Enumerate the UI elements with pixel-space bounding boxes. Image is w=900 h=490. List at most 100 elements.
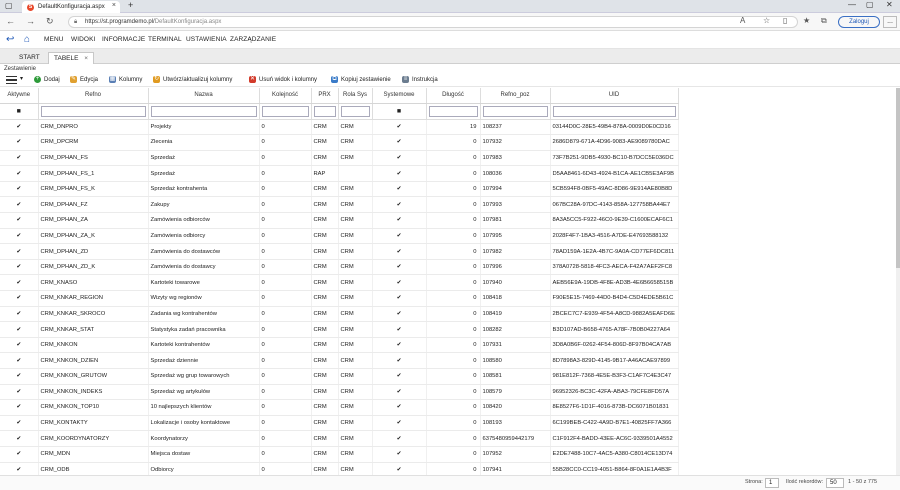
column-header-kolejnosc[interactable]: Kolejność <box>259 88 312 104</box>
table-row[interactable]: ✔ CRM_KNASO Kartoteki towarowe 0 CRM CRM ✔ 0 107… <box>0 274 679 292</box>
cell-aktywne[interactable]: ✔ <box>0 384 39 401</box>
filter-aktywne[interactable]: ■ <box>0 103 39 120</box>
cell-systemowe[interactable]: ✔ <box>372 352 427 369</box>
cell-systemowe[interactable]: ✔ <box>372 415 427 432</box>
filter-prx-input[interactable] <box>313 105 336 117</box>
column-header-prx[interactable]: PRX <box>311 88 339 104</box>
create-update-columns-button[interactable]: ↻ Utwórz/aktualizuj kolumny <box>153 76 232 83</box>
cell-aktywne[interactable]: ✔ <box>0 212 39 229</box>
table-row[interactable]: ✔ CRM_KNKON_INDEKS Sprzedaż wg artykułów 0 C… <box>0 384 679 401</box>
cell-aktywne[interactable]: ✔ <box>0 134 39 151</box>
close-tab-tabele-icon[interactable]: × <box>84 55 88 62</box>
browser-tab[interactable]: S DefaultKonfiguracja.aspx × <box>22 1 120 13</box>
filter-uid-input[interactable] <box>552 105 676 117</box>
table-row[interactable]: ✔ CRM_DPHAN_FS_K Sprzedaż kontrahenta 0 CRM C… <box>0 181 679 198</box>
filter-kolejnosc-input[interactable] <box>261 105 309 117</box>
close-tab-icon[interactable]: × <box>112 2 116 9</box>
cell-systemowe[interactable]: ✔ <box>372 274 427 292</box>
cell-aktywne[interactable]: ✔ <box>0 415 39 432</box>
minimize-icon[interactable]: — <box>848 0 856 9</box>
filter-nazwa-input[interactable] <box>150 105 257 117</box>
cell-aktywne[interactable]: ✔ <box>0 368 39 385</box>
cell-systemowe[interactable]: ✔ <box>372 196 427 214</box>
records-per-page-select[interactable]: 50 <box>826 478 844 488</box>
column-header-systemowe[interactable]: Systemowe <box>372 88 427 104</box>
column-header-refno[interactable]: Refno <box>38 88 149 104</box>
cell-systemowe[interactable]: ✔ <box>372 165 427 182</box>
collections-icon[interactable]: ⧉ <box>821 16 827 26</box>
cell-aktywne[interactable]: ✔ <box>0 321 39 338</box>
maximize-icon[interactable]: ▢ <box>866 0 874 9</box>
split-screen-icon[interactable]: ▯ <box>783 16 787 25</box>
instruction-button[interactable]: ≡ Instrukcja <box>402 76 438 83</box>
table-row[interactable]: ✔ CRM_DPHAN_ZD Zamówienia do dostawców 0 CRM… <box>0 243 679 260</box>
browser-menu-button[interactable]: ... <box>883 16 897 28</box>
cell-aktywne[interactable]: ✔ <box>0 430 39 447</box>
cell-systemowe[interactable]: ✔ <box>372 306 427 323</box>
filter-refno-poz-input[interactable] <box>482 105 548 117</box>
add-button[interactable]: + Dodaj <box>34 76 60 83</box>
cell-aktywne[interactable]: ✔ <box>0 337 39 354</box>
table-row[interactable]: ✔ CRM_KOORDYNATORZY Koordynatorzy 0 CRM CRM ✔ 0… <box>0 430 679 447</box>
table-row[interactable]: ✔ CRM_KNKAR_SKROCO Zadania wg kontrahentów… <box>0 306 679 323</box>
cell-systemowe[interactable]: ✔ <box>372 290 427 307</box>
cell-aktywne[interactable]: ✔ <box>0 352 39 369</box>
menu-item-menu[interactable]: MENU <box>44 36 64 43</box>
edit-button[interactable]: ✎ Edycja <box>70 76 98 83</box>
filter-rola-sys-input[interactable] <box>340 105 370 117</box>
table-row[interactable]: ✔ CRM_KNKON_TOP10 10 najlepszych klientów 0… <box>0 399 679 416</box>
cell-systemowe[interactable]: ✔ <box>372 337 427 354</box>
menu-item-terminal[interactable]: TERMINAL <box>148 36 182 43</box>
new-tab-icon[interactable]: + <box>128 0 133 10</box>
chevron-down-icon[interactable]: ▾ <box>20 75 23 82</box>
cell-systemowe[interactable]: ✔ <box>372 321 427 338</box>
tab-actions-icon[interactable]: ▢ <box>5 1 13 10</box>
table-row[interactable]: ✔ CRM_KNKON Kartoteki kontrahentów 0 CRM CRM ✔… <box>0 337 679 354</box>
menu-item-ustawienia[interactable]: USTAWIENIA <box>186 36 227 43</box>
reload-icon[interactable]: ↻ <box>46 16 54 27</box>
copy-summary-button[interactable]: ⧉ Kopiuj zestawienie <box>331 76 391 83</box>
table-row[interactable]: ✔ CRM_KNKON_DZIEN Sprzedaż dziennie 0 CRM CRM… <box>0 352 679 369</box>
column-header-uid[interactable]: UID <box>550 88 679 104</box>
delete-view-button[interactable]: ✕ Usuń widok i kolumny <box>249 76 317 83</box>
cell-systemowe[interactable]: ✔ <box>372 150 427 167</box>
cell-aktywne[interactable]: ✔ <box>0 259 39 276</box>
cell-systemowe[interactable]: ✔ <box>372 212 427 229</box>
favorites-icon[interactable]: ★ <box>803 16 810 25</box>
column-header-dlugosc[interactable]: Długość <box>426 88 481 104</box>
cell-systemowe[interactable]: ✔ <box>372 462 427 475</box>
cell-aktywne[interactable]: ✔ <box>0 119 39 136</box>
column-header-refno-poz[interactable]: Refno_poz <box>480 88 551 104</box>
read-aloud-icon[interactable]: A <box>740 16 745 25</box>
table-row[interactable]: ✔ CRM_DPHAN_ZA_K Zamówienia odbiorcy 0 CRM CR… <box>0 228 679 245</box>
vertical-scrollbar[interactable] <box>896 88 900 475</box>
cell-aktywne[interactable]: ✔ <box>0 150 39 167</box>
cell-systemowe[interactable]: ✔ <box>372 430 427 447</box>
table-row[interactable]: ✔ CRM_DPHAN_FS_1 Sprzedaż 0 RAP ✔ 0 108036 D5AA8… <box>0 165 679 182</box>
table-row[interactable]: ✔ CRM_MDN Miejsca dostaw 0 CRM CRM ✔ 0 107952 E2D… <box>0 446 679 463</box>
cell-systemowe[interactable]: ✔ <box>372 119 427 136</box>
cell-aktywne[interactable]: ✔ <box>0 446 39 463</box>
url-input[interactable]: 🔒︎ https://st.programdemo.pl/DefaultKonf… <box>68 16 798 28</box>
cell-systemowe[interactable]: ✔ <box>372 134 427 151</box>
table-row[interactable]: ✔ CRM_KNKAR_REGION Wizyty wg regionów 0 CRM C… <box>0 290 679 307</box>
home-icon[interactable]: ⌂ <box>24 34 30 45</box>
table-row[interactable]: ✔ CRM_DPHAN_ZD_K Zamówienia do dostawcy 0 CR… <box>0 259 679 276</box>
app-back-icon[interactable]: ↩ <box>6 34 14 45</box>
menu-item-zarzadzanie[interactable]: ZARZĄDZANIE <box>230 36 276 43</box>
filter-dlugosc-input[interactable] <box>428 105 478 117</box>
cell-systemowe[interactable]: ✔ <box>372 368 427 385</box>
table-row[interactable]: ✔ CRM_KNKON_GRUTOW Sprzedaż wg grup towaro… <box>0 368 679 385</box>
cell-systemowe[interactable]: ✔ <box>372 243 427 260</box>
cell-aktywne[interactable]: ✔ <box>0 243 39 260</box>
cell-systemowe[interactable]: ✔ <box>372 259 427 276</box>
cell-aktywne[interactable]: ✔ <box>0 306 39 323</box>
filter-refno-input[interactable] <box>40 105 146 117</box>
cell-systemowe[interactable]: ✔ <box>372 399 427 416</box>
cell-aktywne[interactable]: ✔ <box>0 290 39 307</box>
column-header-rola-sys[interactable]: Rola Sys <box>338 88 373 104</box>
filter-systemowe[interactable]: ■ <box>372 103 427 120</box>
favorite-star-icon[interactable]: ☆ <box>763 16 770 25</box>
menu-item-widoki[interactable]: WIDOKI <box>71 36 95 43</box>
menu-item-informacje[interactable]: INFORMACJE <box>102 36 145 43</box>
